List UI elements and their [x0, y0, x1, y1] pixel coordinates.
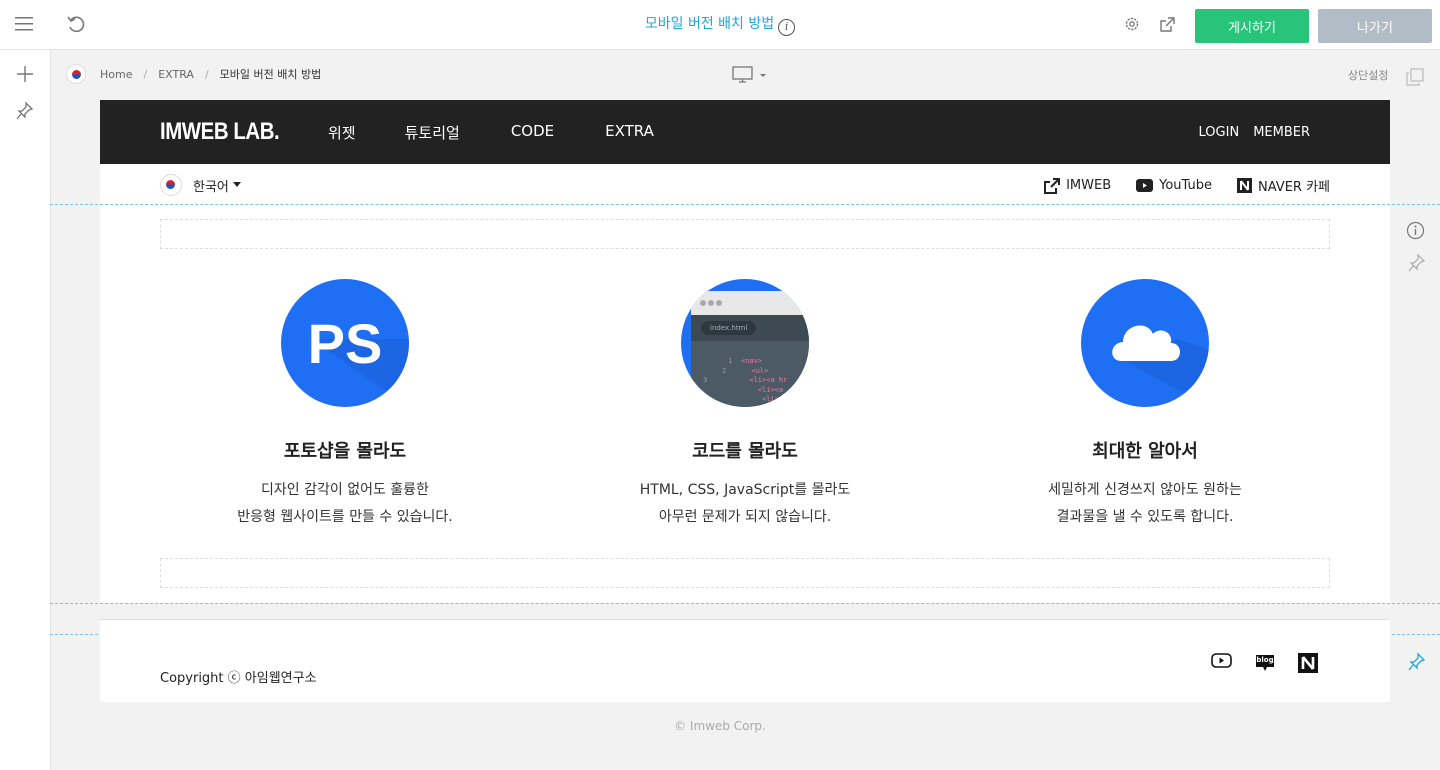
- nav-item-widget[interactable]: 위젯: [328, 122, 356, 143]
- auth-links: LOGIN MEMBER: [1199, 125, 1310, 140]
- feature-description: 세밀하게 신경쓰지 않아도 원하는 결과물을 낼 수 있도록 합니다.: [1048, 482, 1242, 525]
- site-nav: 위젯 튜토리얼 CODE EXTRA: [328, 122, 654, 143]
- feature-title: 코드를 몰라도: [692, 441, 798, 462]
- breadcrumb-home[interactable]: Home: [100, 68, 132, 81]
- imweb-link[interactable]: IMWEB: [1044, 176, 1111, 195]
- feature-description: 디자인 감각이 없어도 훌륭한 반응형 웹사이트를 만들 수 있습니다.: [237, 482, 453, 525]
- empty-block-placeholder[interactable]: [160, 558, 1330, 588]
- feature-description: HTML, CSS, JavaScript를 몰라도 아무런 문제가 되지 않습니…: [639, 482, 851, 525]
- section-info-icon[interactable]: [1406, 221, 1425, 244]
- page-title[interactable]: 모바일 버전 배치 방법: [645, 16, 774, 32]
- copy-icon[interactable]: [1406, 68, 1424, 90]
- code-editor-icon: index.html 1 <nav> 2 <ul> 3 <li><a hr <l…: [681, 279, 809, 407]
- feature-card: PS 포토샵을 몰라도 디자인 감각이 없어도 훌륭한 반응형 웹사이트를 만들 …: [195, 279, 495, 531]
- cloud-icon: [1081, 279, 1209, 407]
- naver-icon: [1237, 178, 1253, 193]
- breadcrumb-extra[interactable]: EXTRA: [158, 68, 194, 81]
- breadcrumb: Home / EXTRA / 모바일 버전 배치 방법: [66, 64, 321, 84]
- info-icon[interactable]: i: [778, 19, 796, 36]
- youtube-link[interactable]: YouTube: [1136, 176, 1212, 195]
- desktop-icon: [732, 66, 766, 83]
- youtube-icon[interactable]: [1211, 653, 1232, 677]
- left-rail: [0, 50, 51, 770]
- site-subbar: 한국어 IMWEB YouTube NAVER 카페: [100, 164, 1390, 205]
- feature-title: 포토샵을 몰라도: [283, 441, 407, 462]
- feature-card: 최대한 알아서 세밀하게 신경쓰지 않아도 원하는 결과물을 낼 수 있도록 합니…: [995, 279, 1295, 531]
- pin-icon[interactable]: [15, 100, 35, 122]
- photoshop-icon: PS: [281, 279, 409, 407]
- device-selector[interactable]: [732, 66, 768, 87]
- site-logo[interactable]: IMWEB LAB.: [160, 118, 280, 146]
- naver-icon[interactable]: [1298, 653, 1318, 677]
- breadcrumb-current: 모바일 버전 배치 방법: [219, 68, 322, 81]
- naver-cafe-link[interactable]: NAVER 카페: [1237, 176, 1330, 195]
- footer-pin-icon[interactable]: [1408, 652, 1426, 675]
- empty-block-placeholder[interactable]: [160, 219, 1330, 249]
- publish-button[interactable]: 게시하기: [1195, 9, 1309, 43]
- member-link[interactable]: MEMBER: [1253, 125, 1310, 140]
- imweb-label: IMWEB: [1066, 178, 1112, 193]
- nav-item-extra[interactable]: EXTRA: [605, 122, 654, 143]
- nav-item-code[interactable]: CODE: [511, 122, 554, 143]
- naver-cafe-label: NAVER 카페: [1258, 180, 1330, 195]
- exit-button[interactable]: 나가기: [1318, 9, 1432, 43]
- gear-icon[interactable]: [1123, 15, 1141, 33]
- feature-section[interactable]: PS 포토샵을 몰라도 디자인 감각이 없어도 훌륭한 반응형 웹사이트를 만들 …: [100, 205, 1390, 603]
- external-link-icon: [1044, 177, 1061, 194]
- caret-down-icon: [232, 182, 241, 187]
- site-footer[interactable]: Copyright ⓒ 아임웹연구소 blog: [100, 619, 1390, 702]
- editor-toolbar: 모바일 버전 배치 방법 i 게시하기 나가기: [0, 0, 1440, 50]
- add-icon[interactable]: [15, 64, 35, 84]
- language-selector[interactable]: 한국어: [160, 174, 241, 196]
- section-guide-line: [50, 204, 1440, 205]
- korea-flag-icon: [160, 174, 182, 196]
- open-external-icon[interactable]: [1157, 14, 1177, 34]
- blog-icon[interactable]: blog: [1254, 653, 1276, 673]
- corp-copyright: © Imweb Corp.: [674, 719, 766, 733]
- login-link[interactable]: LOGIN: [1199, 125, 1240, 140]
- feature-title: 최대한 알아서: [1092, 441, 1198, 462]
- external-links: IMWEB YouTube NAVER 카페: [1044, 176, 1330, 195]
- hamburger-menu-icon[interactable]: [14, 14, 36, 34]
- copyright-text: Copyright ⓒ 아임웹연구소: [160, 671, 317, 686]
- language-label: 한국어: [193, 179, 229, 195]
- breadcrumb-separator: /: [204, 67, 209, 81]
- youtube-label: YouTube: [1159, 178, 1213, 193]
- undo-icon[interactable]: [64, 12, 88, 36]
- site-header: IMWEB LAB. 위젯 튜토리얼 CODE EXTRA LOGIN MEMB…: [100, 100, 1390, 164]
- feature-card: index.html 1 <nav> 2 <ul> 3 <li><a hr <l…: [595, 279, 895, 531]
- youtube-icon: [1136, 179, 1154, 192]
- social-links: blog: [1211, 653, 1318, 677]
- breadcrumb-separator: /: [143, 67, 148, 81]
- top-setting-link[interactable]: 상단설정: [1348, 67, 1388, 83]
- nav-item-tutorial[interactable]: 튜토리얼: [405, 122, 460, 143]
- section-guide-line: [50, 603, 1440, 604]
- section-pin-icon[interactable]: [1408, 253, 1426, 276]
- korea-flag-icon: [66, 64, 86, 84]
